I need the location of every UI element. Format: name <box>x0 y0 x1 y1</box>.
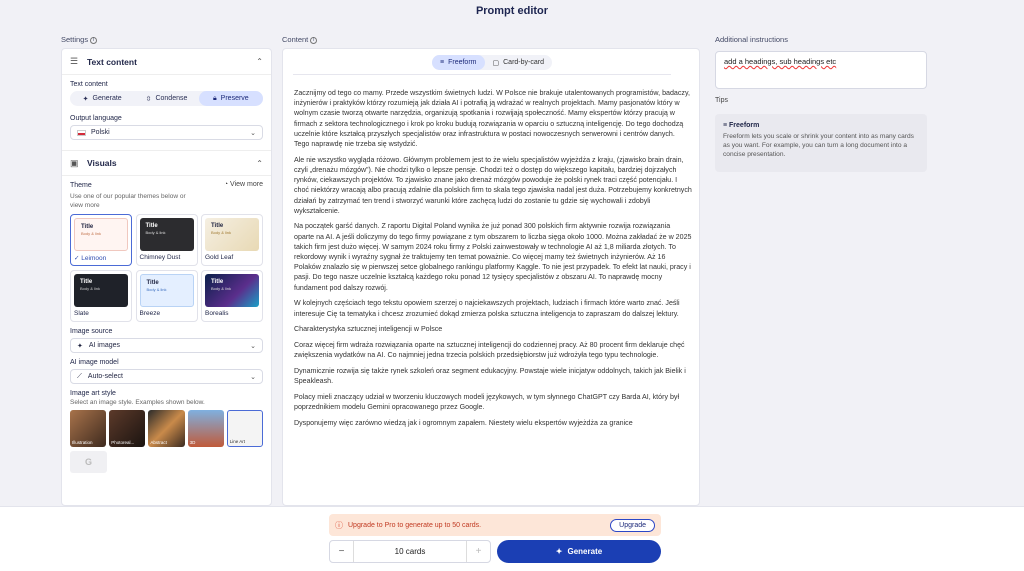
ai-image-model-label: AI image model <box>70 359 119 366</box>
info-icon[interactable]: i <box>310 36 318 44</box>
chevron-down-icon: ⌄ <box>250 342 256 350</box>
image-art-style-label: Image art style <box>70 390 116 397</box>
poland-flag-icon <box>77 129 86 136</box>
art-style-3d[interactable]: 3D <box>187 410 224 447</box>
theme-card-breeze[interactable]: Title Body & link Breeze <box>135 270 198 322</box>
text-content-label: Text content <box>70 81 108 88</box>
text-mode-selector: ✦ Generate ⇳ Condense 🔒︎ Preserve <box>70 91 263 106</box>
tip-card: ≡ Freeform Freeform lets you scale or sh… <box>715 114 927 172</box>
settings-label: Settings i <box>61 35 98 44</box>
content-paragraph: W kolejnych częściach tego tekstu opowie… <box>294 299 680 318</box>
card-count-value[interactable]: 10 cards <box>354 547 466 556</box>
content-paragraph: Charakterystyka sztucznej inteligencji w… <box>294 325 443 334</box>
condense-icon: ⇳ <box>145 95 152 103</box>
image-source-label: Image source <box>70 328 113 335</box>
generate-mode-button[interactable]: ✦ Generate <box>70 91 134 106</box>
theme-name: Borealis <box>205 310 229 317</box>
content-paragraph: Polacy mieli znaczący udział w tworzeniu… <box>294 392 680 411</box>
content-editor[interactable]: Zacznijmy od tego co mamy. Przede wszyst… <box>294 88 692 433</box>
art-style-photorealistic[interactable]: Photoreal... <box>109 410 146 447</box>
content-paragraph: Dysponujemy więc zarówno wiedzą jak i og… <box>294 418 633 427</box>
content-label: Content i <box>282 35 318 44</box>
visuals-section-header[interactable]: ▣ Visuals ⌃ <box>62 150 271 176</box>
theme-preview: Title Body & link <box>139 274 194 307</box>
upgrade-banner: ⓘ Upgrade to Pro to generate up to 50 ca… <box>329 514 661 536</box>
art-style-line-art[interactable]: Line Art <box>226 410 263 447</box>
google-icon: G <box>70 451 107 473</box>
theme-preview: Title Body & link <box>205 274 259 307</box>
preserve-mode-button[interactable]: 🔒︎ Preserve <box>198 91 263 106</box>
theme-preview: Title Body & link <box>74 218 128 251</box>
theme-card-borealis[interactable]: Title Body & link Borealis <box>201 270 263 322</box>
theme-label: Theme <box>70 182 92 189</box>
chevron-down-icon: ⌄ <box>250 129 256 137</box>
image-icon: ▣ <box>70 157 79 168</box>
generate-button[interactable]: ✦ Generate <box>497 540 661 563</box>
theme-name: Slate <box>74 310 89 317</box>
card-count-stepper: − 10 cards + <box>329 540 491 563</box>
text-content-section-header[interactable]: ☰ Text content ⌃ <box>62 49 271 75</box>
theme-card-chimney-dust[interactable]: Title Body & link Chimney Dust <box>135 214 198 266</box>
tab-card-by-card[interactable]: ▢ Card-by-card <box>485 55 552 70</box>
content-paragraph: Dynamicznie rozwija się także rynek szko… <box>294 366 686 386</box>
theme-preview: Title Body & link <box>139 218 194 251</box>
view-more-themes-link[interactable]: ◔ View more <box>224 181 263 188</box>
content-panel: ≡ Freeform ▢ Card-by-card Zacznijmy od teg… <box>282 48 700 506</box>
content-paragraph: Na początek garść danych. Z raportu Digi… <box>294 222 692 292</box>
condense-mode-button[interactable]: ⇳ Condense <box>134 91 198 106</box>
sparkle-icon: ✦ <box>77 342 83 350</box>
footer-bar: ⓘ Upgrade to Pro to generate up to 50 ca… <box>0 506 1024 571</box>
page-title: Prompt editor <box>475 5 549 17</box>
theme-name: Chimney Dust <box>139 254 181 261</box>
additional-instructions-label: Additional instructions <box>715 35 788 44</box>
cards-icon: ▢ <box>492 59 500 67</box>
content-paragraph: Zacznijmy od tego co mamy. Przede wszyst… <box>294 89 690 149</box>
art-style-options: Illustration Photoreal... Abstract 3D Li… <box>70 410 263 447</box>
document-icon: ☰ <box>70 56 79 66</box>
theme-name: Gold Leaf <box>205 254 234 261</box>
tip-body: Freeform lets you scale or shrink your c… <box>723 133 914 158</box>
lines-icon: ≡ <box>440 59 445 66</box>
sparkle-icon: ✦ <box>82 95 89 103</box>
lock-icon: 🔒︎ <box>212 94 217 102</box>
chevron-up-icon: ⌃ <box>256 158 263 168</box>
chevron-up-icon: ⌃ <box>256 57 263 66</box>
warning-icon: ⓘ <box>335 520 343 530</box>
output-language-select[interactable]: Polski ⌄ <box>70 125 263 140</box>
theme-card-leimoon[interactable]: Title Body & link ✓ Leimoon <box>70 214 132 266</box>
theme-card-gold-leaf[interactable]: Title Body & link Gold Leaf <box>201 214 263 266</box>
increment-button[interactable]: + <box>466 541 490 562</box>
upgrade-button[interactable]: Upgrade <box>610 518 655 532</box>
art-style-abstract[interactable]: Abstract <box>148 410 185 447</box>
theme-preview: Title Body & link <box>74 274 128 307</box>
ai-image-model-select[interactable]: ⟋ Auto-select ⌄ <box>70 369 263 384</box>
output-language-label: Output language <box>70 115 122 122</box>
tips-label: Tips <box>715 97 728 104</box>
wand-icon: ⟋ <box>77 372 82 380</box>
image-source-select[interactable]: ✦ AI images ⌄ <box>70 338 263 353</box>
theme-description: Use one of our popular themes below or v… <box>70 193 186 209</box>
theme-preview: Title Body & link <box>205 218 259 251</box>
art-style-illustration[interactable]: Illustration <box>70 410 107 447</box>
decrement-button[interactable]: − <box>330 541 354 562</box>
settings-panel: ☰ Text content ⌃ Text content ✦ Generate … <box>61 48 272 506</box>
tab-freeform[interactable]: ≡ Freeform <box>432 55 485 70</box>
image-art-style-description: Select an image style. Examples shown be… <box>70 399 205 406</box>
sparkle-icon: ✦ <box>555 547 563 556</box>
divider <box>293 74 671 75</box>
chevron-down-icon: ⌄ <box>250 373 256 381</box>
theme-name: ✓ Leimoon <box>74 255 107 262</box>
tip-title: ≡ Freeform <box>723 122 760 129</box>
info-icon[interactable]: i <box>90 36 98 44</box>
content-paragraph: Coraz więcej firm wdraża rozwiązania opa… <box>294 340 685 360</box>
theme-card-slate[interactable]: Title Body & link Slate <box>70 270 132 322</box>
content-mode-tabs: ≡ Freeform ▢ Card-by-card <box>432 55 552 70</box>
theme-name: Breeze <box>139 310 161 317</box>
additional-instructions-input[interactable]: add a headings, sub headings etc <box>715 51 927 89</box>
content-paragraph: Ale nie wszystko wygląda różowo. Głównym… <box>294 155 692 215</box>
